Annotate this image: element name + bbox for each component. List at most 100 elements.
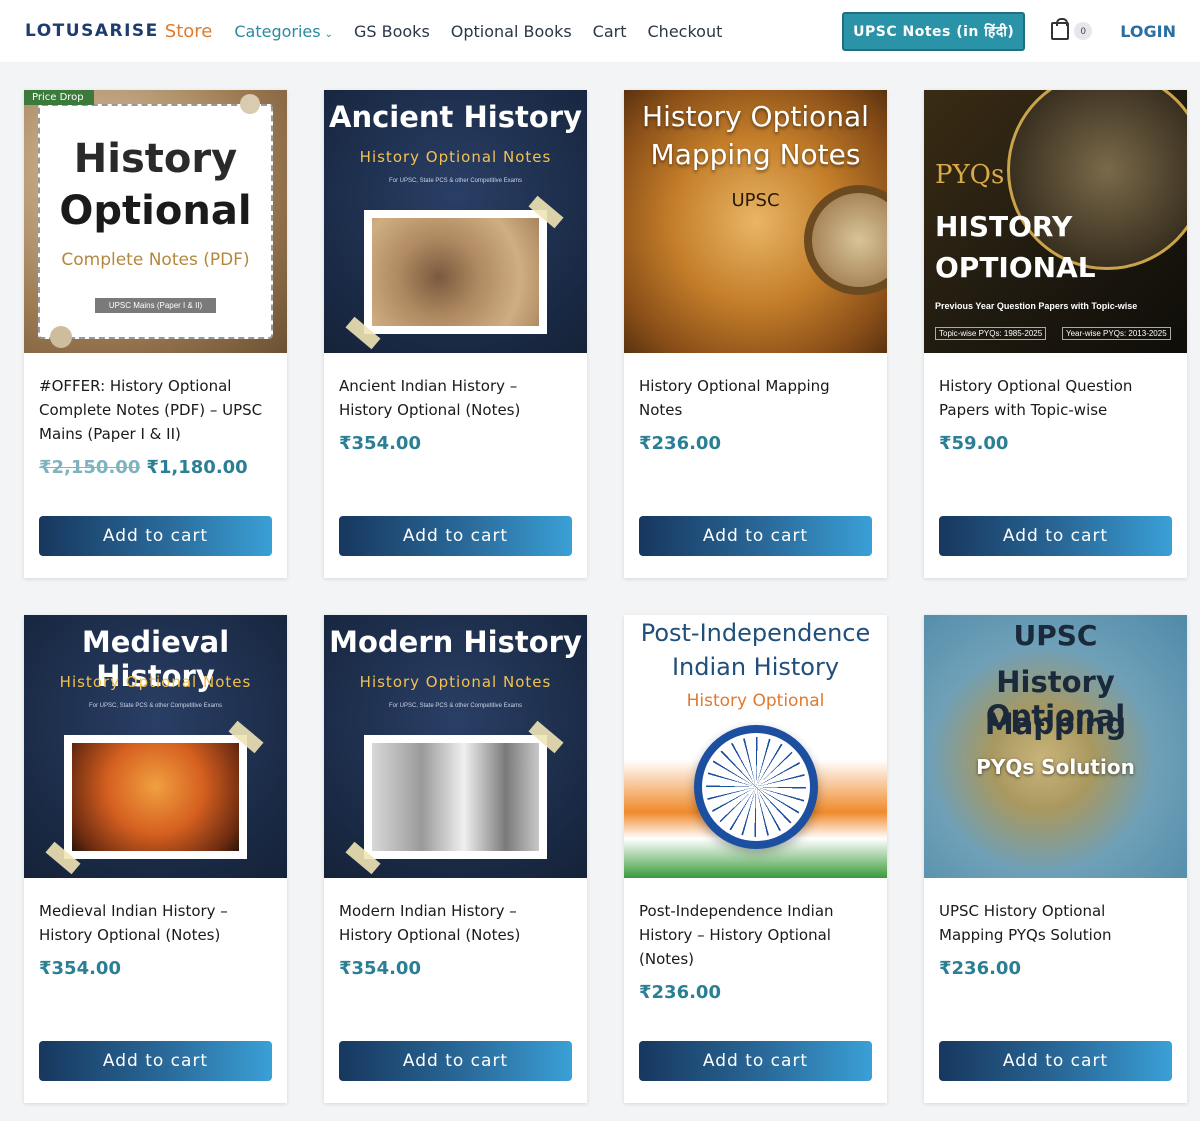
product-title[interactable]: Ancient Indian History – History Optiona… — [339, 374, 572, 422]
cover-panel: History Optional Complete Notes (PDF) UP… — [38, 104, 273, 339]
cover-caption: Previous Year Question Papers with Topic… — [935, 301, 1138, 311]
cover-subtitle: History Optional Notes — [359, 148, 552, 166]
cover-title-3: Mapping — [984, 707, 1127, 741]
product-price: ₹236.00 — [939, 958, 1021, 979]
product-price: ₹236.00 — [639, 982, 721, 1003]
product-title[interactable]: Modern Indian History – History Optional… — [339, 899, 572, 947]
chevron-down-icon: ⌄ — [324, 28, 333, 40]
cover-title-1: History — [73, 136, 238, 182]
product-card: Modern History History Optional Notes Fo… — [324, 615, 587, 1103]
product-card: Medieval History History Optional Notes … — [24, 615, 287, 1103]
cover-title-2: OPTIONAL — [935, 251, 1096, 284]
product-card: PYQs HISTORY OPTIONAL Previous Year Ques… — [924, 90, 1187, 578]
cover-caption: For UPSC, State PCS & other Competitive … — [388, 703, 523, 709]
add-to-cart-button[interactable]: Add to cart — [939, 516, 1172, 556]
nav-gs-books[interactable]: GS Books — [354, 22, 430, 41]
product-title[interactable]: History Optional Mapping Notes — [639, 374, 872, 422]
header-cart[interactable]: 0 — [1051, 18, 1093, 40]
login-link[interactable]: LOGIN — [1120, 22, 1176, 41]
product-image[interactable]: PYQs HISTORY OPTIONAL Previous Year Ques… — [924, 90, 1187, 353]
nav-categories[interactable]: Categories ⌄ — [234, 22, 333, 41]
cover-photo — [64, 735, 247, 859]
cover-caption: For UPSC, State PCS & other Competitive … — [388, 178, 523, 184]
product-image[interactable]: Modern History History Optional Notes Fo… — [324, 615, 587, 878]
nav-categories-label: Categories — [234, 21, 321, 41]
product-card: UPSC History Optional Mapping PYQs Solut… — [924, 615, 1187, 1103]
product-title[interactable]: UPSC History Optional Mapping PYQs Solut… — [939, 899, 1172, 947]
product-image[interactable]: Post-Independence Indian History History… — [624, 615, 887, 878]
old-price: ₹2,150.00 — [39, 457, 141, 478]
product-image[interactable]: History Optional Mapping Notes UPSC — [624, 90, 887, 353]
cart-count-badge: 0 — [1074, 22, 1093, 40]
product-title[interactable]: #OFFER: History Optional Complete Notes … — [39, 374, 272, 446]
cover-subtitle: History Optional Notes — [359, 673, 552, 691]
decor-circle — [240, 94, 260, 114]
product-price: ₹354.00 — [39, 958, 121, 979]
product-image[interactable]: Ancient History History Optional Notes F… — [324, 90, 587, 353]
add-to-cart-button[interactable]: Add to cart — [339, 516, 572, 556]
cover-title-1: Post-Independence — [640, 619, 871, 647]
nav-checkout[interactable]: Checkout — [648, 22, 723, 41]
upsc-notes-hindi-button[interactable]: UPSC Notes (in हिंदी) — [842, 11, 1026, 51]
product-image[interactable]: UPSC History Optional Mapping PYQs Solut… — [924, 615, 1187, 878]
nav-cart[interactable]: Cart — [593, 22, 627, 41]
site-logo[interactable]: LOTUSARISE Store — [25, 21, 212, 42]
cover-caption: For UPSC, State PCS & other Competitive … — [88, 703, 223, 709]
site-header: LOTUSARISE Store Categories ⌄ GS Books Op… — [0, 0, 1200, 62]
logo-store-text: Store — [164, 20, 213, 42]
product-info: History Optional Question Papers with To… — [924, 353, 1187, 454]
cover-title-2: Optional — [59, 188, 252, 234]
sale-price: ₹1,180.00 — [146, 457, 248, 478]
add-to-cart-button[interactable]: Add to cart — [39, 516, 272, 556]
product-info: Ancient Indian History – History Optiona… — [324, 353, 587, 454]
product-title[interactable]: Medieval Indian History – History Option… — [39, 899, 272, 947]
logo-text: LOTUSARISE — [25, 21, 159, 41]
product-image[interactable]: Price Drop History Optional Complete Not… — [24, 90, 287, 353]
cover-paper-tag: UPSC Mains (Paper I & II) — [95, 298, 216, 313]
product-price: ₹354.00 — [339, 433, 421, 454]
cover-title-1: UPSC — [1013, 619, 1098, 652]
ashoka-chakra-icon — [694, 725, 818, 849]
cover-title-2: Indian History — [671, 653, 840, 681]
nav-optional-books[interactable]: Optional Books — [451, 22, 572, 41]
cover-subtitle: Complete Notes (PDF) — [61, 250, 250, 270]
cover-title: Modern History — [329, 625, 582, 659]
add-to-cart-button[interactable]: Add to cart — [39, 1041, 272, 1081]
cover-subtitle: History Optional — [686, 691, 825, 711]
price-drop-badge: Price Drop — [24, 90, 94, 105]
product-image[interactable]: Medieval History History Optional Notes … — [24, 615, 287, 878]
product-info: History Optional Mapping Notes ₹236.00 — [624, 353, 887, 454]
product-title[interactable]: Post-Independence Indian History – Histo… — [639, 899, 872, 971]
cover-pyqs: PYQs — [935, 160, 1005, 190]
cover-title-1: HISTORY — [935, 210, 1073, 243]
shopping-bag-icon — [1051, 18, 1070, 40]
add-to-cart-button[interactable]: Add to cart — [639, 1041, 872, 1081]
add-to-cart-button[interactable]: Add to cart — [339, 1041, 572, 1081]
decor-circle — [50, 326, 72, 348]
cover-title: Ancient History — [329, 100, 582, 134]
product-price: ₹236.00 — [639, 433, 721, 454]
product-info: Modern Indian History – History Optional… — [324, 878, 587, 979]
product-card: History Optional Mapping Notes UPSC Hist… — [624, 90, 887, 578]
add-to-cart-button[interactable]: Add to cart — [939, 1041, 1172, 1081]
product-title[interactable]: History Optional Question Papers with To… — [939, 374, 1172, 422]
header-actions: UPSC Notes (in हिंदी) 0 LOGIN — [842, 0, 1176, 62]
product-price: ₹354.00 — [339, 958, 421, 979]
main-nav: Categories ⌄ GS Books Optional Books Cart… — [234, 22, 722, 41]
product-card: Price Drop History Optional Complete Not… — [24, 90, 287, 578]
product-price: ₹2,150.00 ₹1,180.00 — [39, 457, 272, 478]
add-to-cart-button[interactable]: Add to cart — [639, 516, 872, 556]
product-card: Post-Independence Indian History History… — [624, 615, 887, 1103]
globe-decor — [1007, 90, 1187, 270]
cover-subtitle: History Optional Notes — [59, 673, 252, 691]
product-card: Ancient History History Optional Notes F… — [324, 90, 587, 578]
product-info: #OFFER: History Optional Complete Notes … — [24, 353, 287, 478]
cover-photo — [364, 735, 547, 859]
cover-photo — [364, 210, 547, 334]
cover-subtitle: PYQs Solution — [976, 755, 1135, 779]
cover-title-2: Mapping Notes — [650, 138, 861, 171]
product-info: Post-Independence Indian History – Histo… — [624, 878, 887, 1003]
product-info: Medieval Indian History – History Option… — [24, 878, 287, 979]
cover-tag-1: Topic-wise PYQs: 1985-2025 — [935, 327, 1047, 340]
product-price: ₹59.00 — [939, 433, 1009, 454]
